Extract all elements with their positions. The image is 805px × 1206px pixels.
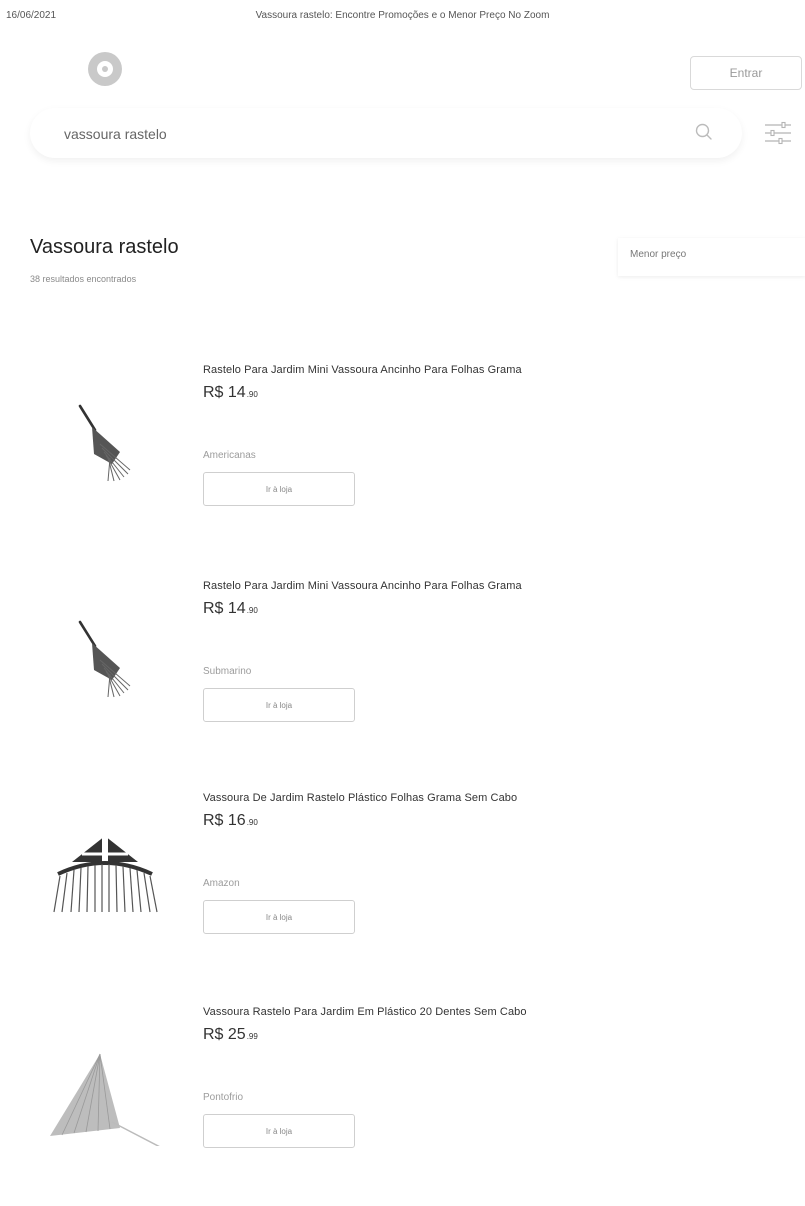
price-cents: .90 (246, 818, 258, 827)
price-main: R$ 14 (203, 600, 246, 617)
search-icon[interactable] (694, 122, 714, 142)
product-title[interactable]: Rastelo Para Jardim Mini Vassoura Ancinh… (203, 580, 522, 592)
product-card: Rastelo Para Jardim Mini Vassoura Ancinh… (0, 364, 805, 564)
price-main: R$ 16 (203, 812, 246, 829)
store-name: Amazon (203, 878, 240, 889)
store-name: Pontofrio (203, 1092, 244, 1103)
small-hand-rake-image[interactable] (40, 610, 170, 720)
product-card: Vassoura Rastelo Para Jardim Em Plástico… (0, 1006, 805, 1206)
price-cents: .90 (246, 606, 258, 615)
results-count: 38 resultados encontrados (30, 274, 137, 284)
product-price: R$ 25.99 (203, 1026, 258, 1044)
price-main: R$ 25 (203, 1026, 246, 1043)
price-main: R$ 14 (203, 384, 246, 401)
search-bar (30, 108, 742, 158)
filter-sliders-icon[interactable] (762, 118, 794, 148)
results-title: Vassoura rastelo (30, 236, 179, 258)
go-to-store-button[interactable]: Ir à loja (203, 472, 355, 506)
product-price: R$ 14.90 (203, 384, 258, 402)
triangle-rake-image[interactable] (40, 1036, 170, 1146)
product-price: R$ 14.90 (203, 600, 258, 618)
small-hand-rake-image[interactable] (40, 394, 170, 504)
login-button[interactable]: Entrar (690, 56, 802, 90)
print-page-title: Vassoura rastelo: Encontre Promoções e o… (255, 10, 550, 21)
print-header: 16/06/2021 Vassoura rastelo: Encontre Pr… (0, 8, 805, 24)
sort-dropdown[interactable]: Menor preço (618, 238, 805, 276)
go-to-store-button[interactable]: Ir à loja (203, 900, 355, 934)
price-cents: .99 (246, 1032, 258, 1041)
price-cents: .90 (246, 390, 258, 399)
product-card: Vassoura De Jardim Rastelo Plástico Folh… (0, 792, 805, 992)
store-name: Submarino (203, 666, 252, 677)
product-title[interactable]: Rastelo Para Jardim Mini Vassoura Ancinh… (203, 364, 522, 376)
search-input[interactable] (62, 122, 626, 146)
product-title[interactable]: Vassoura De Jardim Rastelo Plástico Folh… (203, 792, 517, 804)
go-to-store-button[interactable]: Ir à loja (203, 688, 355, 722)
product-price: R$ 16.90 (203, 812, 258, 830)
zoom-logo-icon[interactable] (88, 52, 122, 86)
go-to-store-button[interactable]: Ir à loja (203, 1114, 355, 1148)
fan-rake-head-image[interactable] (40, 822, 170, 932)
sort-dropdown-value: Menor preço (630, 249, 687, 260)
product-card: Rastelo Para Jardim Mini Vassoura Ancinh… (0, 580, 805, 780)
store-name: Americanas (203, 450, 256, 461)
product-title[interactable]: Vassoura Rastelo Para Jardim Em Plástico… (203, 1006, 527, 1018)
